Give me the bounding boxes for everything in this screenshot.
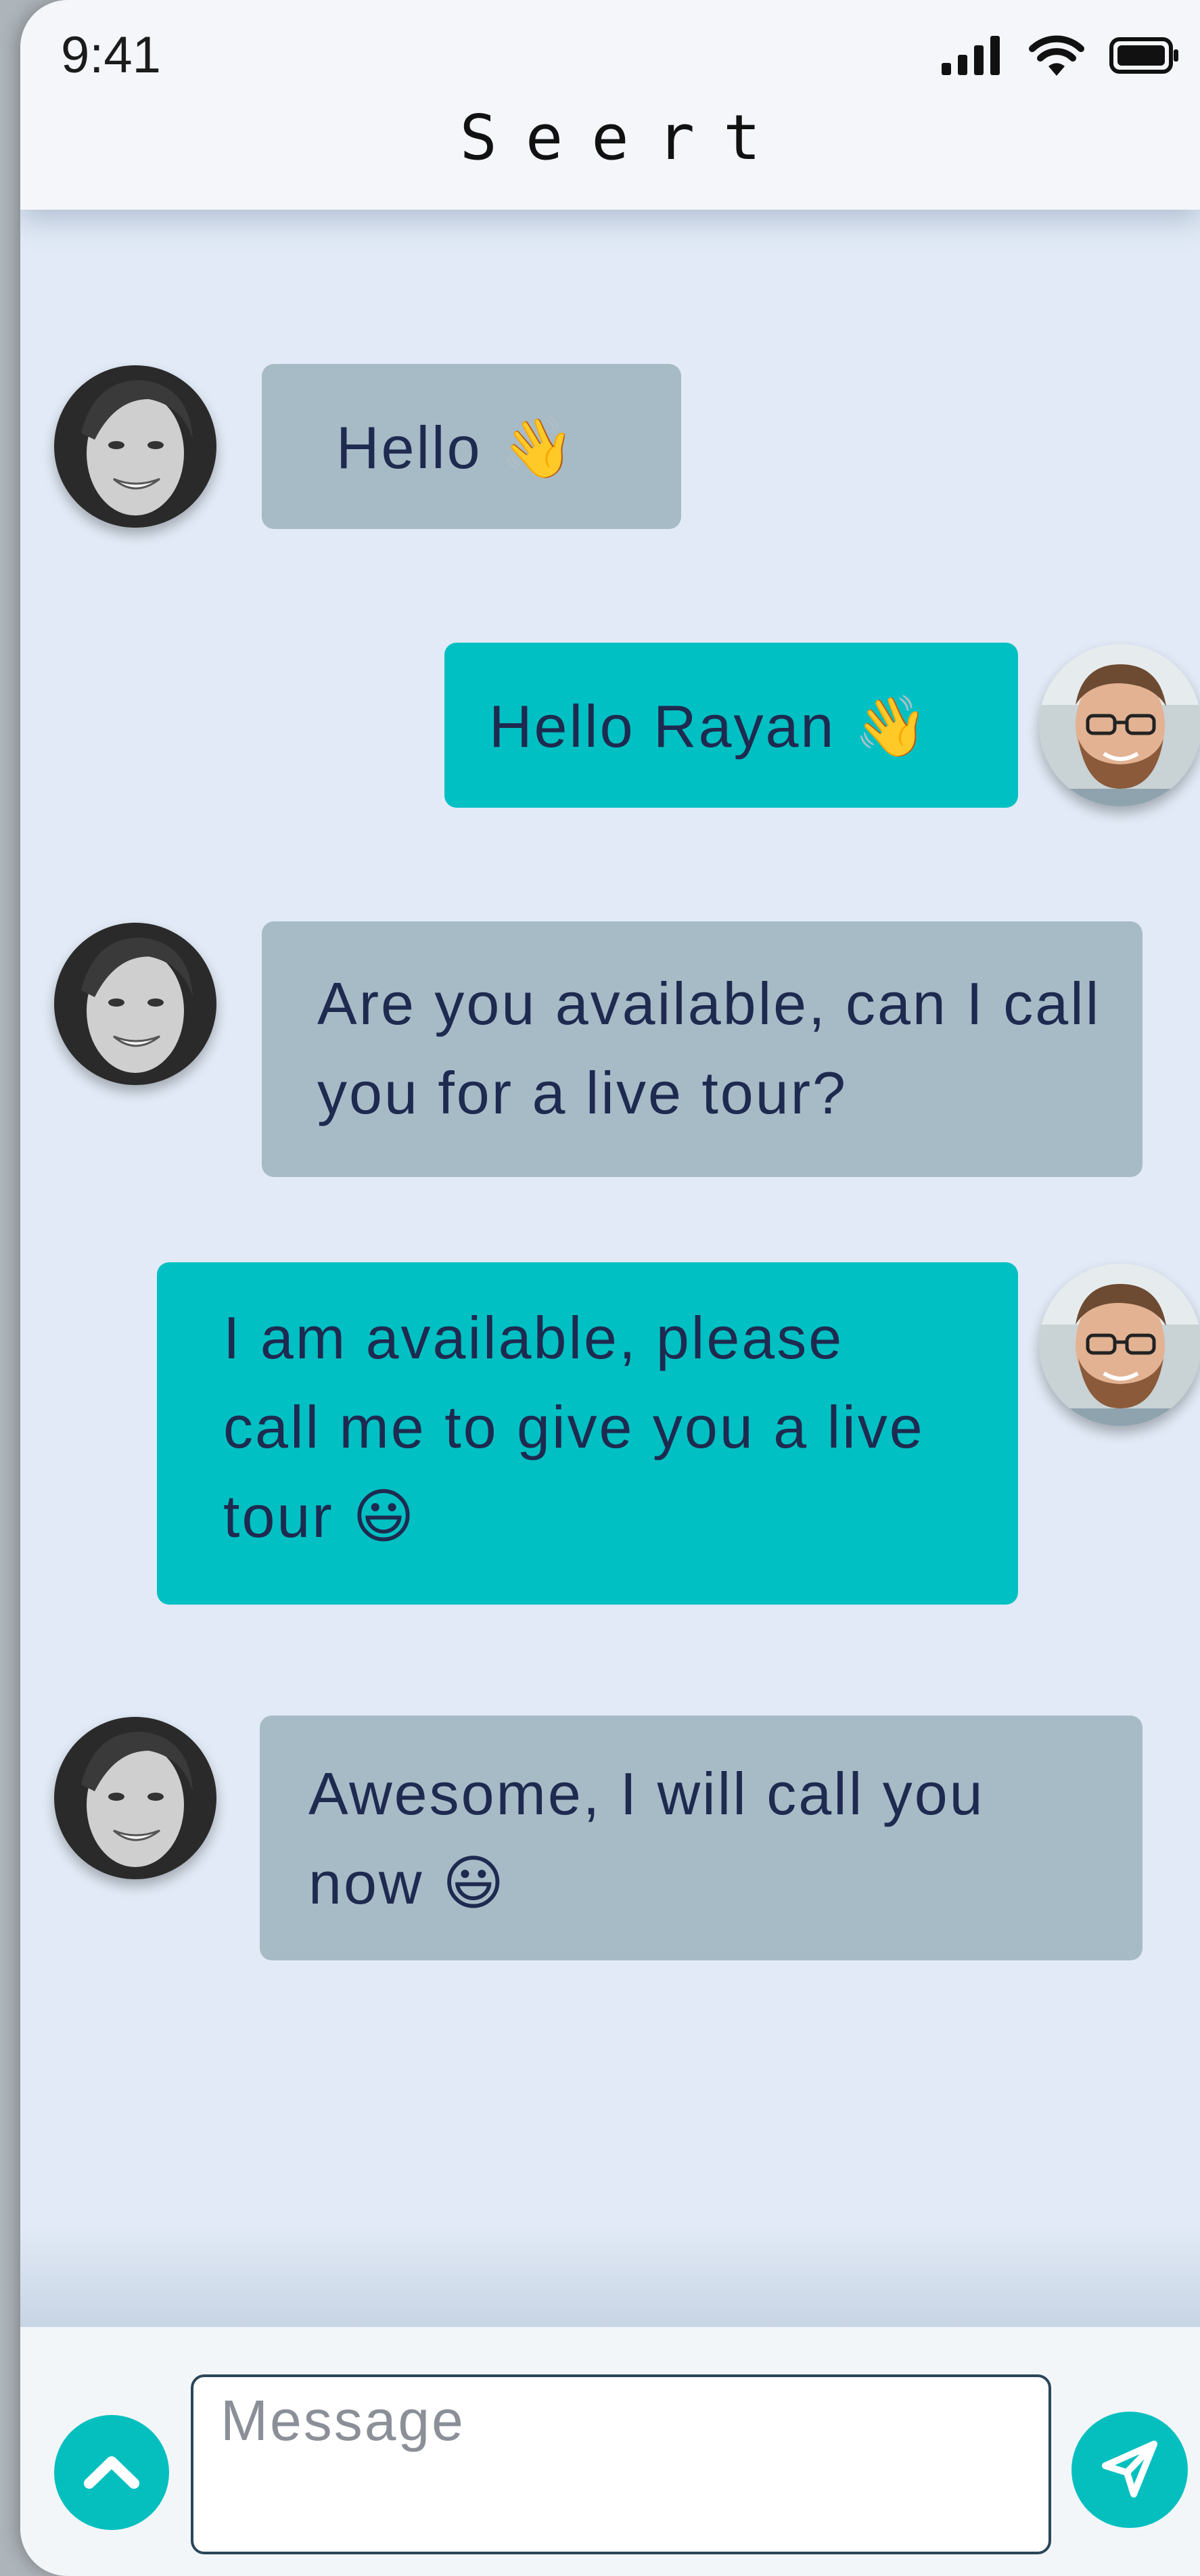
send-button[interactable] — [1071, 2412, 1188, 2528]
message-text: Are you available, can I call you for a … — [317, 970, 1101, 1126]
message-text: Hello 👋 — [336, 414, 577, 481]
message-bubble-incoming[interactable]: Are you available, can I call you for a … — [262, 921, 1143, 1177]
wifi-icon — [1028, 35, 1085, 79]
woman-avatar[interactable] — [54, 923, 216, 1085]
message-text: Hello Rayan 👋 — [489, 693, 931, 760]
man-avatar[interactable] — [1039, 644, 1200, 806]
man-avatar[interactable] — [1039, 1264, 1200, 1426]
status-time: 9:41 — [61, 26, 161, 84]
message-composer — [20, 2327, 1200, 2576]
cellular-signal-icon — [942, 36, 1004, 78]
message-text: Awesome, I will call you now 😃 — [308, 1760, 985, 1916]
chevron-up-icon — [81, 2451, 142, 2495]
expand-button[interactable] — [54, 2415, 169, 2530]
app-header: 9:41 Seert — [20, 0, 1200, 210]
composer-shadow — [20, 2226, 1200, 2327]
message-bubble-outgoing[interactable]: I am available, please call me to give y… — [157, 1262, 1018, 1605]
message-input[interactable] — [191, 2374, 1051, 2554]
message-bubble-incoming[interactable]: Hello 👋 — [262, 364, 681, 529]
message-text: I am available, please call me to give y… — [223, 1304, 925, 1550]
message-bubble-incoming[interactable]: Awesome, I will call you now 😃 — [260, 1716, 1143, 1960]
woman-avatar[interactable] — [54, 1717, 216, 1879]
message-bubble-outgoing[interactable]: Hello Rayan 👋 — [444, 643, 1018, 808]
send-icon — [1096, 2435, 1163, 2506]
battery-icon — [1109, 37, 1180, 77]
phone-screen: 9:41 Seert Hello 👋 Hello Rayan 👋 Are you… — [20, 0, 1200, 2576]
chat-thread[interactable]: Hello 👋 Hello Rayan 👋 Are you available,… — [20, 210, 1200, 2327]
status-icons — [942, 35, 1180, 79]
woman-avatar[interactable] — [54, 365, 216, 528]
app-title: Seert — [459, 101, 789, 174]
